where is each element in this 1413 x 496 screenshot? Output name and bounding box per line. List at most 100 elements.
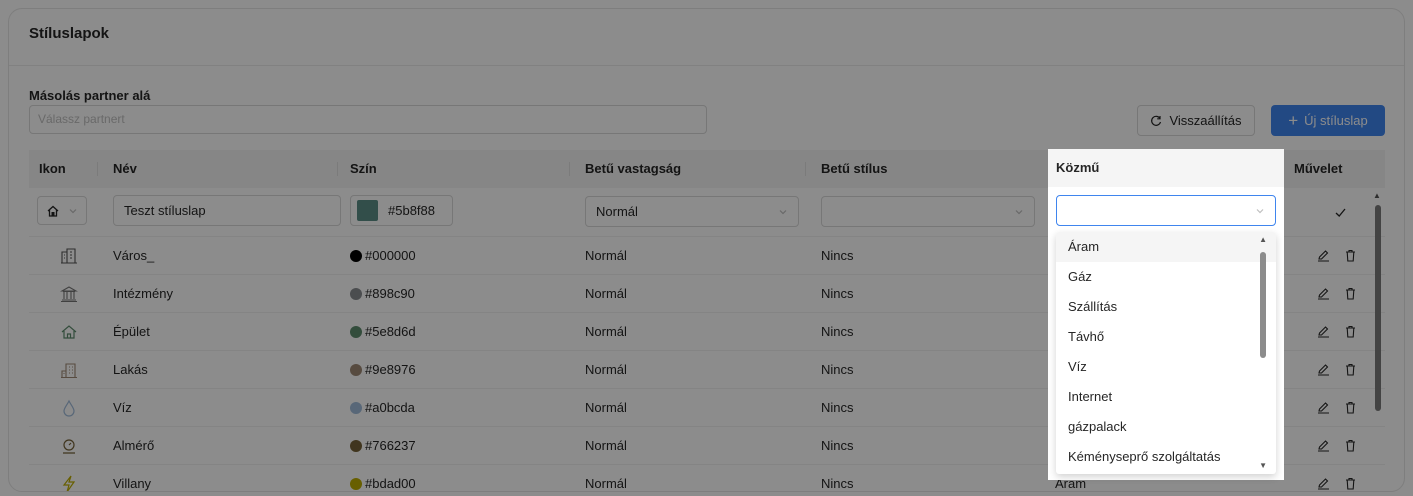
- reset-icon: [1151, 115, 1162, 126]
- name-input[interactable]: Teszt stíluslap: [113, 195, 341, 226]
- color-code: #000000: [365, 248, 416, 263]
- edit-icon[interactable]: [1317, 325, 1330, 338]
- plus-icon: +: [1288, 111, 1299, 130]
- house-icon: [59, 322, 79, 342]
- dropdown-option[interactable]: Gáz: [1056, 262, 1276, 292]
- edit-icon[interactable]: [1317, 477, 1330, 490]
- dropdown-scroll-up[interactable]: ▲: [1259, 235, 1267, 244]
- institution-icon: [59, 284, 79, 304]
- row-name: Almérő: [113, 438, 155, 453]
- dropdown-scroll-down[interactable]: ▼: [1259, 461, 1267, 470]
- reset-label: Visszaállítás: [1169, 113, 1242, 128]
- edit-icon[interactable]: [1317, 363, 1330, 376]
- header-font-style: Betű stílus: [821, 161, 888, 176]
- row-name: Villany: [113, 476, 152, 491]
- row-weight: Normál: [585, 438, 627, 453]
- row-name: Lakás: [113, 362, 148, 377]
- font-weight-select[interactable]: Normál: [585, 196, 799, 227]
- row-style: Nincs: [821, 476, 854, 491]
- row-color: #000000: [350, 237, 416, 274]
- delete-icon[interactable]: [1344, 287, 1357, 300]
- edit-icon[interactable]: [1317, 401, 1330, 414]
- color-code: #bdad00: [365, 476, 416, 491]
- dropdown-option[interactable]: gázpalack: [1056, 412, 1276, 442]
- new-stylesheet-button[interactable]: + Új stíluslap: [1271, 105, 1385, 136]
- delete-icon[interactable]: [1344, 439, 1357, 452]
- delete-icon[interactable]: [1344, 401, 1357, 414]
- row-color: #766237: [350, 427, 416, 464]
- header-utility-highlight: Közmű: [1048, 149, 1284, 187]
- title-divider: [9, 65, 1404, 66]
- edit-icon[interactable]: [1317, 439, 1330, 452]
- color-picker[interactable]: #5b8f88: [350, 195, 453, 226]
- icon-select[interactable]: [37, 196, 87, 225]
- row-weight: Normál: [585, 476, 627, 491]
- table-scrollbar[interactable]: [1375, 205, 1381, 411]
- row-actions: [1317, 427, 1357, 464]
- chevron-down-icon: [779, 209, 787, 214]
- column-divider: [97, 162, 98, 176]
- row-color: #bdad00: [350, 465, 416, 491]
- dropdown-option[interactable]: Szállítás: [1056, 292, 1276, 322]
- dropdown-option[interactable]: Áram: [1056, 232, 1276, 262]
- row-style: Nincs: [821, 248, 854, 263]
- row-actions: [1317, 465, 1357, 491]
- check-icon: [1335, 208, 1346, 217]
- chevron-down-icon: [1015, 209, 1023, 214]
- meter-icon: [59, 436, 79, 456]
- row-name: Épület: [113, 324, 150, 339]
- save-button[interactable]: [1325, 188, 1355, 236]
- row-style: Nincs: [821, 324, 854, 339]
- row-weight: Normál: [585, 362, 627, 377]
- dropdown-scrollbar[interactable]: [1260, 252, 1266, 358]
- home-icon: [47, 205, 59, 217]
- row-actions: [1317, 351, 1357, 388]
- edit-icon[interactable]: [1317, 287, 1330, 300]
- font-weight-value: Normál: [596, 204, 638, 219]
- row-actions: [1317, 389, 1357, 426]
- color-code: #9e8976: [365, 362, 416, 377]
- new-stylesheet-label: Új stíluslap: [1304, 113, 1368, 128]
- column-divider: [337, 162, 338, 176]
- row-color: #5e8d6d: [350, 313, 416, 350]
- color-value: #5b8f88: [388, 203, 435, 218]
- scroll-up-arrow[interactable]: ▲: [1373, 191, 1381, 200]
- row-style: Nincs: [821, 438, 854, 453]
- page-title: Stíluslapok: [29, 25, 110, 42]
- reset-button[interactable]: Visszaállítás: [1137, 105, 1255, 136]
- row-actions: [1317, 313, 1357, 350]
- color-code: #5e8d6d: [365, 324, 416, 339]
- delete-icon[interactable]: [1344, 363, 1357, 376]
- row-style: Nincs: [821, 286, 854, 301]
- header-icon: Ikon: [39, 161, 66, 176]
- color-swatch: [357, 200, 378, 221]
- color-dot: [350, 477, 362, 490]
- dropdown-option[interactable]: Távhő: [1056, 322, 1276, 352]
- partner-select[interactable]: Válassz partnert: [29, 105, 707, 134]
- utility-select[interactable]: [1056, 195, 1276, 226]
- chevron-down-icon: [1256, 208, 1264, 213]
- column-divider: [805, 162, 806, 176]
- row-actions: [1317, 275, 1357, 312]
- utility-column-highlight: Közmű Áram Gáz Szállítás Távhő Víz Inter…: [1048, 149, 1284, 480]
- color-dot: [350, 401, 362, 414]
- delete-icon[interactable]: [1344, 249, 1357, 262]
- utility-dropdown: Áram Gáz Szállítás Távhő Víz Internet gá…: [1056, 232, 1276, 474]
- dropdown-option[interactable]: Internet: [1056, 382, 1276, 412]
- font-style-select[interactable]: [821, 196, 1035, 227]
- lightning-icon: [59, 474, 79, 491]
- color-dot: [350, 249, 362, 262]
- water-drop-icon: [59, 398, 79, 418]
- delete-icon[interactable]: [1344, 477, 1357, 490]
- color-dot: [350, 325, 362, 338]
- apartment-icon: [59, 360, 79, 380]
- edit-icon[interactable]: [1317, 249, 1330, 262]
- dropdown-option[interactable]: Víz: [1056, 352, 1276, 382]
- color-dot: [350, 439, 362, 452]
- copy-partner-label: Másolás partner alá: [29, 88, 151, 103]
- delete-icon[interactable]: [1344, 325, 1357, 338]
- dropdown-option[interactable]: Kéményseprő szolgáltatás: [1056, 442, 1276, 472]
- row-weight: Normál: [585, 286, 627, 301]
- color-dot: [350, 287, 362, 300]
- row-style: Nincs: [821, 400, 854, 415]
